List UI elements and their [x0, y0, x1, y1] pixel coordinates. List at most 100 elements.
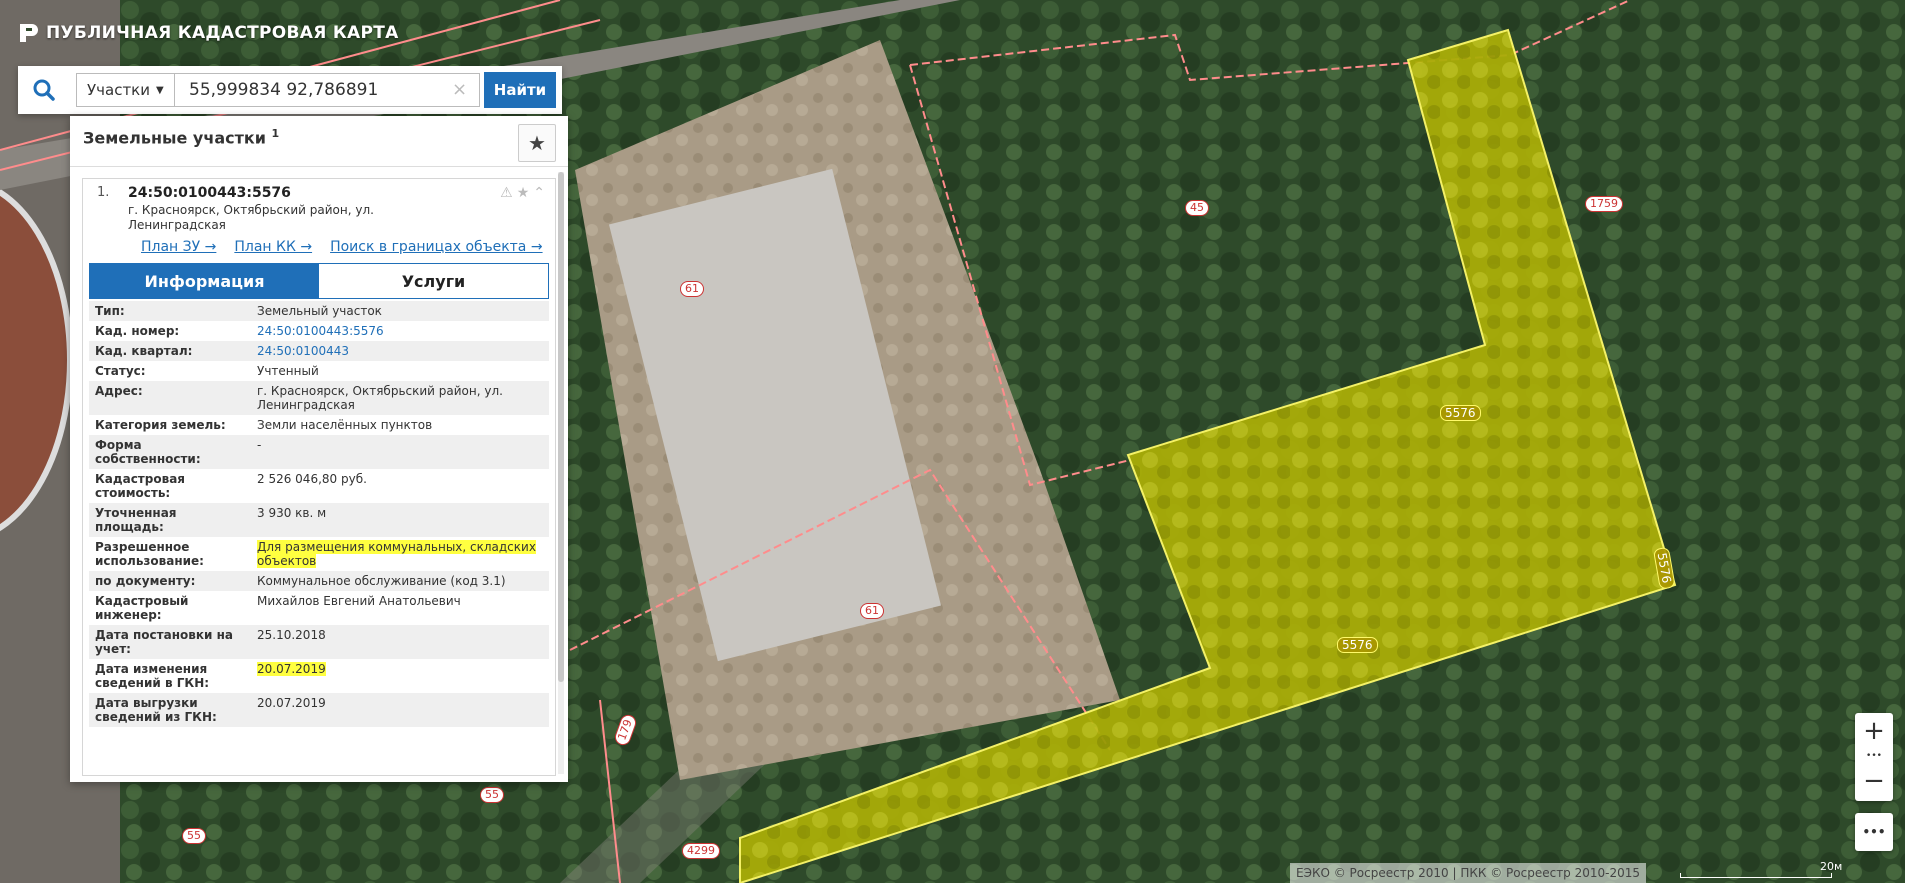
results-count: 1 [271, 127, 280, 140]
zoom-out-button[interactable]: − [1855, 763, 1893, 799]
star-icon[interactable]: ★ [517, 185, 530, 201]
result-item[interactable]: 1. 24:50:0100443:5576 г. Красноярск, Окт… [82, 178, 556, 776]
table-row: по документу: Коммунальное обслуживание (… [89, 571, 549, 591]
tab-info[interactable]: Информация [90, 264, 319, 298]
result-links: План ЗУ → План КК → Поиск в границах объ… [141, 239, 543, 255]
field-key: по документу: [95, 574, 196, 588]
table-row: Дата изменения сведений в ГКН: 20.07.2019 [89, 659, 549, 693]
app-title-text: ПУБЛИЧНАЯ КАДАСТРОВАЯ КАРТА [46, 23, 399, 43]
zoom-control: + ••• − [1855, 713, 1893, 801]
map-parcel-label[interactable]: 61 [680, 281, 704, 297]
results-scrollbar[interactable] [558, 172, 564, 774]
table-row: Статус: Учтенный [89, 361, 549, 381]
more-tools-control: ••• [1855, 813, 1893, 851]
search-type-label: Участки [87, 81, 150, 99]
plan-zu-link[interactable]: План ЗУ → [141, 239, 216, 255]
map-scale: 20м [1680, 860, 1842, 880]
field-key: Дата выгрузки сведений из ГКН: [95, 696, 217, 724]
field-key: Кадастровая стоимость: [95, 472, 185, 500]
field-key: Разрешенное использование: [95, 540, 204, 568]
zoom-in-button[interactable]: + [1855, 713, 1893, 749]
field-key: Кад. квартал: [95, 344, 193, 358]
table-row: Дата выгрузки сведений из ГКН: 20.07.2019 [89, 693, 549, 727]
field-key: Кадастровый инженер: [95, 594, 189, 622]
field-value: Коммунальное обслуживание (код 3.1) [257, 574, 506, 588]
tab-services[interactable]: Услуги [319, 264, 548, 298]
plan-kk-link[interactable]: План КК → [234, 239, 312, 255]
star-icon: ★ [528, 131, 546, 155]
result-address: г. Красноярск, Октябрьский район, ул. Ле… [128, 203, 374, 232]
map-parcel-label[interactable]: 61 [860, 603, 884, 619]
search-type-select[interactable]: Участки ▼ [76, 73, 174, 107]
field-value: 25.10.2018 [257, 628, 326, 642]
map-parcel-label[interactable]: 55 [480, 787, 504, 803]
results-panel: Земельные участки 1 ★ 1. 24:50:0100443:5… [70, 116, 568, 782]
table-row: Разрешенное использование: Для размещения… [89, 537, 549, 571]
cad-quarter-link[interactable]: 24:50:0100443 [257, 344, 349, 358]
search-icon[interactable] [18, 66, 70, 114]
field-value: Учтенный [257, 364, 319, 378]
field-key: Кад. номер: [95, 324, 180, 338]
clear-search-icon[interactable]: × [452, 80, 467, 100]
table-row: Тип: Земельный участок [89, 301, 549, 321]
table-row: Кадастровый инженер: Михайлов Евгений Ана… [89, 591, 549, 625]
scale-bar [1680, 873, 1832, 878]
chevron-up-icon[interactable]: ⌃ [533, 185, 545, 201]
field-value: - [257, 438, 262, 452]
map-parcel-label[interactable]: 1759 [1585, 196, 1623, 212]
chevron-down-icon: ▼ [156, 84, 164, 96]
scrollbar-thumb[interactable] [558, 172, 564, 682]
field-key: Форма собственности: [95, 438, 201, 466]
field-key: Дата изменения сведений в ГКН: [95, 662, 210, 690]
result-index: 1. [97, 185, 110, 200]
cad-number-link[interactable]: 24:50:0100443:5576 [257, 324, 384, 338]
table-row: Кад. номер: 24:50:0100443:5576 [89, 321, 549, 341]
result-cad-number[interactable]: 24:50:0100443:5576 [128, 185, 291, 201]
field-key: Категория земель: [95, 418, 226, 432]
table-row: Категория земель: Земли населённых пункто… [89, 415, 549, 435]
info-table: Тип: Земельный участок Кад. номер: 24:50:0… [89, 301, 549, 727]
highlighted-value: 20.07.2019 [257, 662, 326, 676]
map-parcel-label[interactable]: 55 [182, 828, 206, 844]
table-row: Дата постановки на учет: 25.10.2018 [89, 625, 549, 659]
table-row: Адрес: г. Красноярск, Октябрьский район, … [89, 381, 549, 415]
field-value: Михайлов Евгений Анатольевич [257, 594, 461, 608]
field-key: Тип: [95, 304, 125, 318]
table-row: Кадастровая стоимость: 2 526 046,80 руб. [89, 469, 549, 503]
field-value: Земельный участок [257, 304, 382, 318]
app-logo-icon [20, 24, 38, 42]
table-row: Кад. квартал: 24:50:0100443 [89, 341, 549, 361]
scale-label: 20м [1820, 860, 1843, 873]
field-value: г. Красноярск, Октябрьский район, ул. Ле… [257, 384, 503, 412]
favorites-button[interactable]: ★ [518, 124, 556, 162]
results-title-text: Земельные участки [83, 128, 266, 148]
app-title: ПУБЛИЧНАЯ КАДАСТРОВАЯ КАРТА [18, 22, 399, 44]
table-row: Уточненная площадь: 3 930 кв. м [89, 503, 549, 537]
results-title: Земельные участки 1 [83, 127, 279, 147]
highlighted-value: Для размещения коммунальных, складских о… [257, 540, 536, 568]
search-in-bounds-link[interactable]: Поиск в границах объекта → [330, 239, 543, 255]
zoom-level-more[interactable]: ••• [1855, 749, 1893, 763]
map-attribution: ЕЭКО © Росреестр 2010 | ПКК © Росреестр … [1290, 863, 1647, 883]
field-key: Статус: [95, 364, 146, 378]
field-value: 2 526 046,80 руб. [257, 472, 367, 486]
result-tabs: Информация Услуги [89, 263, 549, 299]
map-parcel-label[interactable]: 4299 [682, 843, 720, 859]
field-key: Уточненная площадь: [95, 506, 177, 534]
field-value: 3 930 кв. м [257, 506, 327, 520]
result-actions: ⚠ ★ ⌃ [500, 185, 545, 201]
field-key: Адрес: [95, 384, 143, 398]
field-value: Земли населённых пунктов [257, 418, 433, 432]
map-parcel-label-selected[interactable]: 5576 [1337, 637, 1378, 653]
table-row: Форма собственности: - [89, 435, 549, 469]
field-value: 20.07.2019 [257, 696, 326, 710]
search-input[interactable] [174, 73, 480, 107]
map-parcel-label[interactable]: 45 [1185, 200, 1209, 216]
warning-icon[interactable]: ⚠ [500, 185, 513, 201]
find-button[interactable]: Найти [484, 72, 556, 108]
field-key: Дата постановки на учет: [95, 628, 233, 656]
search-bar: Участки ▼ × Найти [18, 66, 562, 114]
map-parcel-label-selected[interactable]: 5576 [1440, 405, 1481, 421]
more-tools-button[interactable]: ••• [1855, 813, 1893, 851]
results-header: Земельные участки 1 ★ [70, 116, 568, 167]
